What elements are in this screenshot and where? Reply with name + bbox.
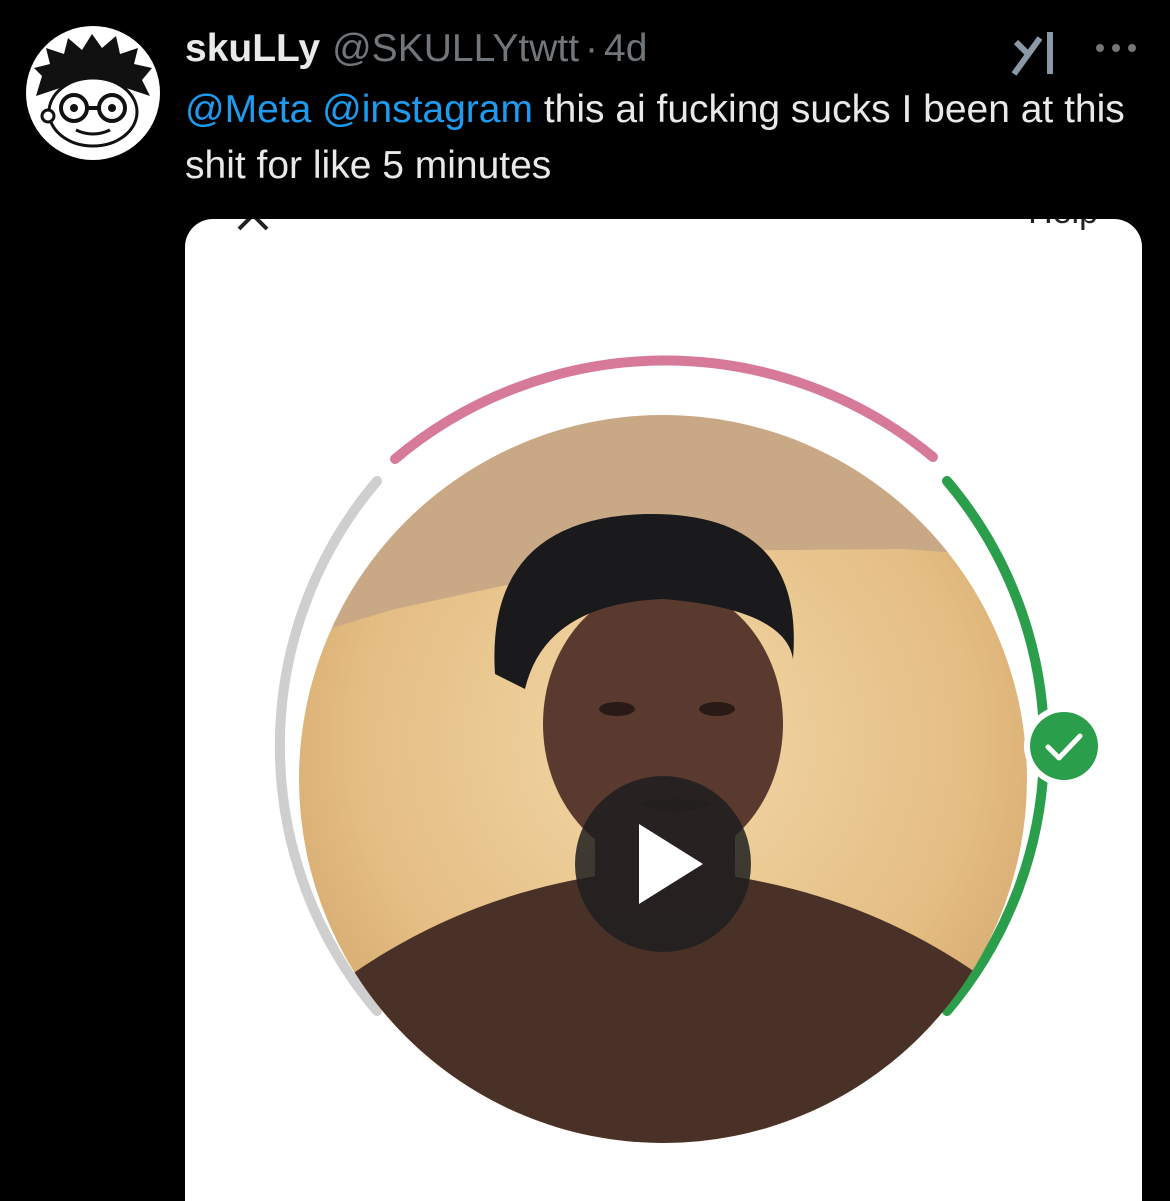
avatar-cartoon-image xyxy=(34,34,152,148)
grok-icon[interactable] xyxy=(1010,28,1066,78)
avatar[interactable] xyxy=(26,26,160,160)
user-handle[interactable]: @SKULLYtwtt xyxy=(332,26,579,72)
separator-dot: · xyxy=(585,27,599,70)
display-name[interactable]: skuLLy xyxy=(185,26,320,72)
tweet-text: @Meta @instagram this ai fucking sucks I… xyxy=(185,82,1145,194)
tweet-header: skuLLy @SKULLYtwtt · 4d xyxy=(185,26,647,72)
tweet-media-video[interactable]: Help xyxy=(185,219,1142,1201)
more-icon[interactable] xyxy=(1092,38,1140,58)
face-scan-frame xyxy=(274,355,1050,1143)
timestamp[interactable]: 4d xyxy=(604,26,647,72)
play-icon xyxy=(639,824,703,904)
tweet[interactable]: skuLLy @SKULLYtwtt · 4d @Meta @instagram… xyxy=(0,0,1170,1201)
mention-instagram[interactable]: @instagram xyxy=(322,88,533,131)
check-icon xyxy=(1024,706,1104,786)
play-button[interactable] xyxy=(575,776,751,952)
mention-meta[interactable]: @Meta xyxy=(185,88,311,131)
